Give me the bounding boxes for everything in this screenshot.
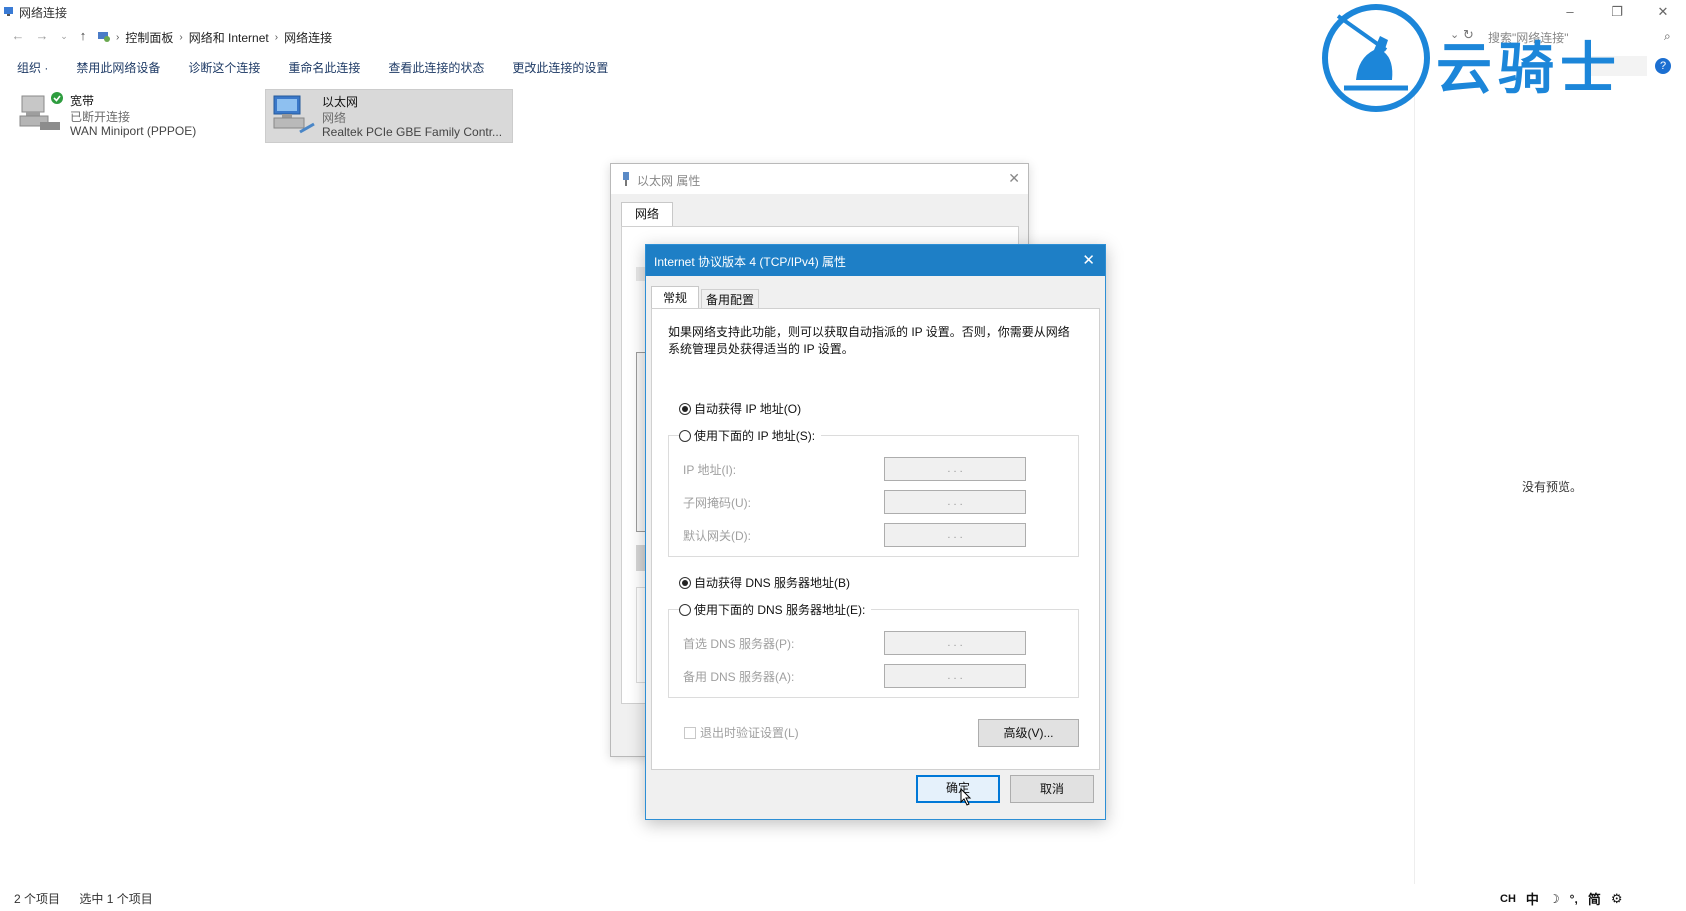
- network-connections-icon: [4, 7, 13, 16]
- ime-language[interactable]: CH: [1500, 893, 1516, 905]
- dialog-title-bar: Internet 协议版本 4 (TCP/IPv4) 属性 ✕: [646, 245, 1105, 276]
- dialog-title: Internet 协议版本 4 (TCP/IPv4) 属性: [654, 255, 847, 269]
- auto-dns-option[interactable]: 自动获得 DNS 服务器地址(B): [679, 574, 850, 591]
- manual-dns-radio[interactable]: [679, 603, 691, 616]
- punctuation-icon[interactable]: °,: [1570, 892, 1578, 906]
- alternate-dns-field[interactable]: . . .: [884, 664, 1026, 688]
- connection-ethernet[interactable]: 以太网 网络 Realtek PCIe GBE Family Contr...: [265, 89, 513, 143]
- default-gateway-field[interactable]: . . .: [884, 523, 1026, 547]
- knight-logo-icon: [1322, 4, 1430, 112]
- ime-mode[interactable]: 中: [1526, 889, 1539, 908]
- rename-button[interactable]: 重命名此连接: [274, 59, 374, 76]
- selected-count: 选中 1 个项目: [79, 892, 153, 906]
- breadcrumb-item[interactable]: 网络连接: [284, 29, 332, 46]
- connection-name: 宽带: [70, 94, 95, 108]
- preferred-dns-field[interactable]: . . .: [884, 631, 1026, 655]
- ethernet-connection-icon: [273, 95, 315, 134]
- diagnose-button[interactable]: 诊断这个连接: [174, 59, 274, 76]
- breadcrumb: › 控制面板 › 网络和 Internet › 网络连接: [116, 29, 332, 46]
- breadcrumb-item[interactable]: 控制面板: [125, 29, 173, 46]
- ime-script[interactable]: 简: [1588, 889, 1601, 908]
- up-arrow-icon[interactable]: ↑: [75, 28, 91, 44]
- tab-general[interactable]: 常规: [651, 286, 699, 310]
- ethernet-plug-icon: [623, 172, 629, 186]
- organize-menu[interactable]: 组织 ·: [0, 59, 62, 76]
- description-text: 如果网络支持此功能，则可以获取自动指派的 IP 设置。否则，你需要从网络系统管理…: [668, 325, 1070, 356]
- close-button[interactable]: ✕: [1653, 2, 1673, 22]
- chevron-right-icon: ›: [116, 32, 120, 43]
- close-icon[interactable]: ✕: [1008, 170, 1020, 187]
- search-icon[interactable]: ⌕: [1664, 29, 1671, 44]
- command-toolbar: 组织 · 禁用此网络设备 诊断这个连接 重命名此连接 查看此连接的状态 更改此连…: [0, 56, 622, 78]
- ipv4-properties-dialog: Internet 协议版本 4 (TCP/IPv4) 属性 ✕ 常规 备用配置 …: [645, 244, 1106, 820]
- minimize-button[interactable]: –: [1560, 2, 1580, 22]
- breadcrumb-item[interactable]: 网络和 Internet: [189, 29, 269, 46]
- control-panel-icon: [98, 32, 110, 42]
- tab-network[interactable]: 网络: [621, 202, 673, 227]
- connection-device: Realtek PCIe GBE Family Contr...: [322, 125, 503, 139]
- preview-message: 没有预览。: [1522, 480, 1583, 494]
- connection-broadband[interactable]: 宽带 已断开连接 WAN Miniport (PPPOE): [18, 90, 248, 142]
- window-title: 网络连接: [19, 6, 68, 20]
- validate-label: 退出时验证设置(L): [700, 726, 799, 740]
- validate-checkbox[interactable]: [684, 726, 696, 739]
- subnet-mask-label: 子网掩码(U):: [683, 496, 751, 510]
- close-icon[interactable]: ✕: [1082, 251, 1095, 269]
- connection-status: 网络: [322, 111, 347, 125]
- manual-ip-option[interactable]: 使用下面的 IP 地址(S):: [679, 427, 822, 444]
- status-bar: 2 个项目 选中 1 个项目: [14, 890, 153, 907]
- dialog-title: 以太网 属性: [637, 174, 701, 188]
- validate-option[interactable]: 退出时验证设置(L): [684, 724, 799, 741]
- subnet-mask-field[interactable]: . . .: [884, 490, 1026, 514]
- recent-chevron-icon[interactable]: ⌄: [56, 28, 72, 44]
- auto-ip-radio[interactable]: [679, 402, 691, 415]
- back-arrow-icon[interactable]: ←: [10, 28, 26, 44]
- manual-ip-label: 使用下面的 IP 地址(S):: [694, 429, 816, 443]
- preferred-dns-label: 首选 DNS 服务器(P):: [683, 637, 795, 651]
- view-status-button[interactable]: 查看此连接的状态: [374, 59, 498, 76]
- alternate-dns-label: 备用 DNS 服务器(A):: [683, 670, 795, 684]
- manual-dns-option[interactable]: 使用下面的 DNS 服务器地址(E):: [679, 601, 872, 618]
- restore-button[interactable]: ❐: [1607, 2, 1627, 22]
- change-settings-button[interactable]: 更改此连接的设置: [498, 59, 622, 76]
- disable-device-button[interactable]: 禁用此网络设备: [62, 59, 174, 76]
- forward-arrow-icon[interactable]: →: [34, 28, 50, 44]
- dialog-title-bar: 以太网 属性 ✕: [611, 164, 1028, 194]
- connection-name: 以太网: [322, 95, 359, 109]
- manual-dns-label: 使用下面的 DNS 服务器地址(E):: [694, 603, 866, 617]
- chevron-right-icon: ›: [274, 32, 279, 43]
- manual-ip-radio[interactable]: [679, 429, 691, 442]
- ip-address-label: IP 地址(I):: [683, 463, 737, 477]
- help-icon[interactable]: ?: [1655, 58, 1671, 74]
- connection-status: 已断开连接: [70, 110, 131, 124]
- default-gateway-label: 默认网关(D):: [683, 529, 751, 543]
- auto-dns-radio[interactable]: [679, 576, 691, 589]
- preview-pane-divider: [1414, 84, 1415, 884]
- settings-gear-icon[interactable]: ⚙: [1611, 891, 1623, 907]
- advanced-button[interactable]: 高级(V)...: [978, 719, 1079, 747]
- auto-dns-label: 自动获得 DNS 服务器地址(B): [694, 576, 851, 590]
- watermark-brand-text: 云骑士: [1436, 37, 1622, 102]
- auto-ip-option[interactable]: 自动获得 IP 地址(O): [679, 400, 801, 417]
- mouse-cursor-icon: [960, 788, 972, 806]
- ime-tray: CH 中 ☽ °, 简 ⚙: [1500, 889, 1622, 908]
- item-count: 2 个项目: [14, 892, 61, 906]
- chevron-right-icon: ›: [179, 32, 183, 43]
- title-bar: 网络连接 – ❐ ✕: [0, 0, 1686, 24]
- ok-button[interactable]: 确定: [916, 775, 1000, 803]
- tab-alternate-config[interactable]: 备用配置: [701, 289, 759, 310]
- moon-icon[interactable]: ☽: [1549, 892, 1560, 906]
- connection-device: WAN Miniport (PPPOE): [70, 124, 197, 138]
- broadband-connection-icon: [19, 92, 63, 130]
- auto-ip-label: 自动获得 IP 地址(O): [694, 402, 802, 416]
- ip-address-field[interactable]: . . .: [884, 457, 1026, 481]
- cancel-button[interactable]: 取消: [1010, 775, 1094, 803]
- knight-emblem-icon: [1336, 14, 1408, 91]
